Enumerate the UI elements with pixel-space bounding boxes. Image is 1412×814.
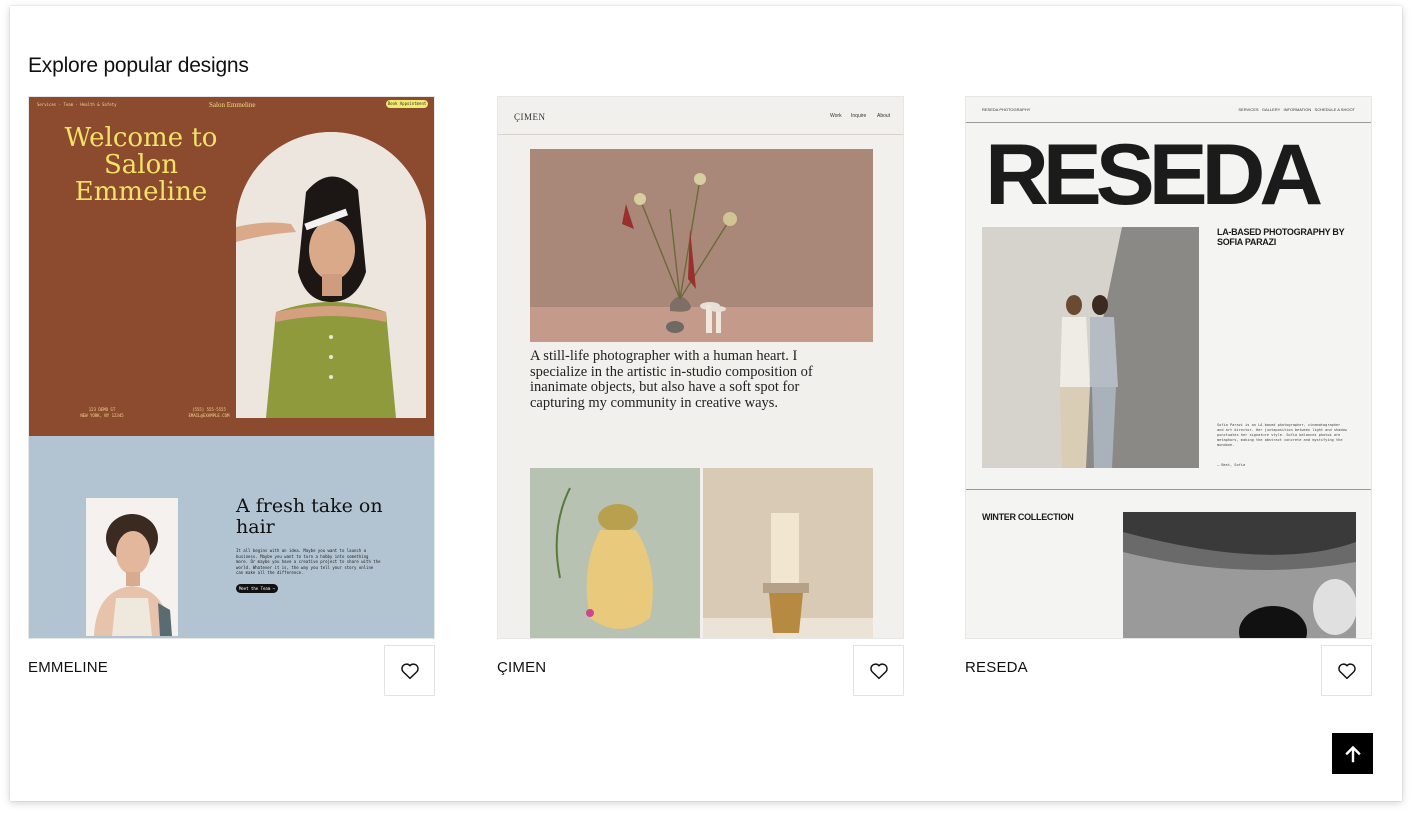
cimen-intro-text: A still-life photographer with a human h… bbox=[530, 348, 813, 411]
reseda-winter-heading: WINTER COLLECTION bbox=[982, 512, 1074, 522]
reseda-winter-photo bbox=[1123, 512, 1356, 638]
reseda-subtitle: LA-BASED PHOTOGRAPHY BY SOFIA PARAZI bbox=[1217, 227, 1345, 247]
reseda-hero-photo bbox=[982, 227, 1199, 468]
template-name[interactable]: EMMELINE bbox=[28, 659, 108, 676]
emmeline-about: A fresh take on hair It all begins with … bbox=[29, 436, 434, 638]
cimen-menu-inquire: Inquire bbox=[851, 113, 867, 119]
cimen-menu-work: Work bbox=[830, 113, 842, 119]
divider bbox=[966, 122, 1371, 123]
template-name[interactable]: ÇIMEN bbox=[497, 659, 546, 676]
section-title: Explore popular designs bbox=[28, 54, 249, 77]
heart-outline-icon bbox=[869, 662, 888, 679]
reseda-signature: — Best, Sofia bbox=[1217, 463, 1246, 467]
template-preview-cimen[interactable]: ÇIMEN Work Inquire About A still-life ph… bbox=[497, 96, 904, 639]
cimen-header: ÇIMEN Work Inquire About bbox=[498, 97, 903, 135]
arrow-up-icon bbox=[1344, 745, 1361, 762]
heart-outline-icon bbox=[400, 662, 419, 679]
reseda-bio: Sofia Parazi is an LA based photographer… bbox=[1217, 423, 1347, 447]
cimen-gourd-photo bbox=[530, 468, 700, 638]
cimen-candle-photo bbox=[703, 468, 873, 638]
template-name[interactable]: RESEDA bbox=[965, 659, 1028, 676]
cimen-logo: ÇIMEN bbox=[514, 112, 546, 122]
emmeline-headline: Welcome to Salon Emmeline bbox=[64, 123, 218, 207]
cimen-menu-about: About bbox=[877, 113, 891, 119]
emmeline-address: 123 DEMO ST NEW YORK, NY 12345 bbox=[80, 407, 124, 418]
emmeline-portrait-photo bbox=[86, 498, 178, 636]
heart-outline-icon bbox=[1337, 662, 1356, 679]
reseda-nav: SERVICES GALLERY INFORMATION SCHEDULE A … bbox=[1238, 107, 1355, 112]
emmeline-fresh-heading: A fresh take on hair bbox=[236, 495, 383, 538]
reseda-title: RESEDA bbox=[985, 127, 1323, 223]
reseda-logo: RESEDA PHOTOGRAPHY bbox=[982, 107, 1031, 112]
emmeline-body-text: It all begins with an idea. Maybe you wa… bbox=[236, 548, 381, 575]
emmeline-contact: (555) 555-5555 EMAIL@EXAMPLE.COM bbox=[188, 407, 230, 418]
emmeline-nav-links: Services · Team · Health & Safety bbox=[37, 102, 117, 107]
emmeline-book-button: Book Appointment bbox=[386, 100, 428, 108]
divider bbox=[966, 489, 1371, 490]
back-to-top-button[interactable] bbox=[1332, 733, 1373, 774]
favorite-button[interactable] bbox=[853, 645, 904, 696]
favorite-button[interactable] bbox=[1321, 645, 1372, 696]
template-preview-reseda[interactable]: RESEDA PHOTOGRAPHY SERVICES GALLERY INFO… bbox=[965, 96, 1372, 639]
page-window: Explore popular designs Services · Team … bbox=[10, 6, 1402, 801]
favorite-button[interactable] bbox=[384, 645, 435, 696]
emmeline-site-title: Salon Emmeline bbox=[209, 101, 256, 109]
emmeline-hero: Services · Team · Health & Safety Salon … bbox=[29, 97, 434, 436]
template-preview-emmeline[interactable]: Services · Team · Health & Safety Salon … bbox=[28, 96, 435, 639]
emmeline-meet-button: Meet the Team → bbox=[236, 584, 278, 593]
cimen-still-life-photo bbox=[530, 149, 873, 342]
emmeline-hero-photo bbox=[236, 132, 426, 418]
